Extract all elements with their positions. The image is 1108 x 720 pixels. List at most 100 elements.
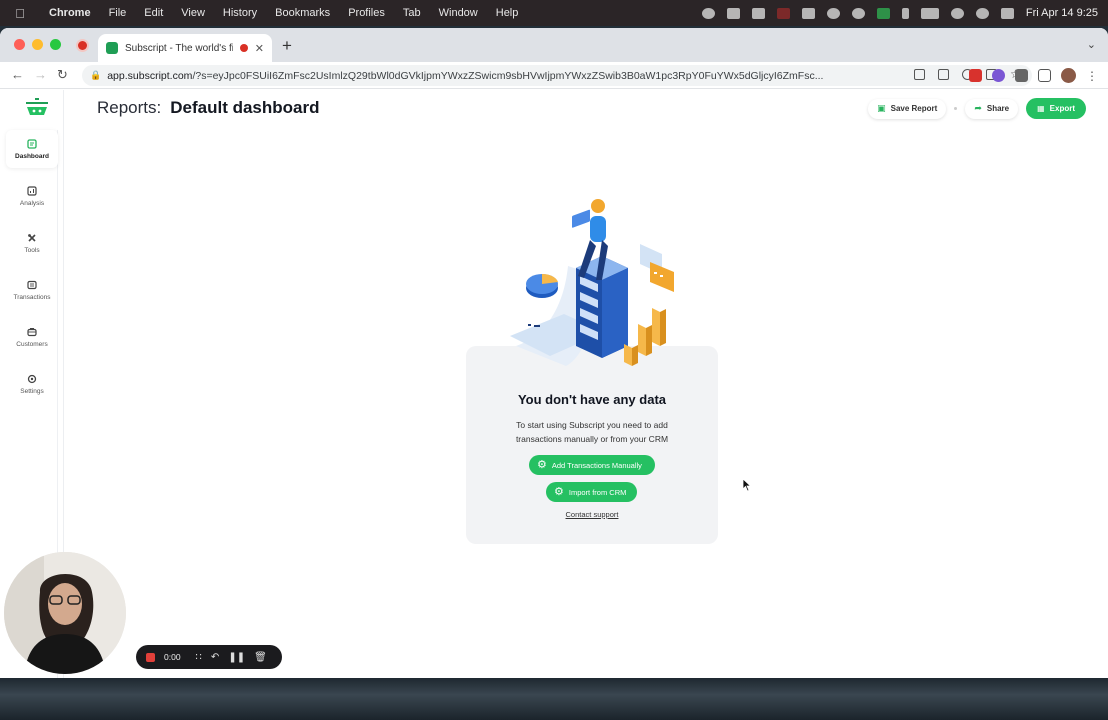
gear-icon: ⚙	[554, 485, 564, 498]
sidebar-item-label: Transactions	[13, 293, 51, 301]
extensions-puzzle-icon[interactable]	[1015, 69, 1028, 82]
save-icon: ▣	[877, 103, 886, 113]
address-bar[interactable]: 🔒 app.subscript.com/?s=eyJpc0FSUiI6ZmFsc…	[82, 65, 1032, 86]
sidebar-item-dashboard[interactable]: Dashboard	[6, 130, 58, 168]
subscript-app: Dashboard Analysis Tools Transactions Cu…	[0, 90, 1108, 678]
side-panel-icon[interactable]	[1038, 69, 1051, 82]
add-transactions-label: Add Transactions Manually	[551, 460, 642, 470]
menubar-clock[interactable]: Fri Apr 14 9:25	[1026, 7, 1098, 19]
lock-icon[interactable]: 🔒	[90, 70, 101, 81]
browser-menu-icon[interactable]: ⋮	[1086, 69, 1098, 83]
extension-badge-icon[interactable]	[969, 69, 982, 82]
menu-view[interactable]: View	[172, 7, 214, 19]
sidebar-item-label: Settings	[20, 387, 44, 395]
menu-file[interactable]: File	[100, 7, 136, 19]
share-label: Share	[986, 104, 1010, 113]
undo-icon[interactable]: ↶	[211, 652, 219, 663]
empty-state-title: You don't have any data	[517, 392, 667, 407]
menu-bookmarks[interactable]: Bookmarks	[266, 7, 339, 19]
dashboard-icon	[27, 138, 37, 149]
wifi-icon[interactable]	[950, 7, 964, 19]
subscript-logo-icon[interactable]	[24, 98, 50, 118]
extension-flower-icon[interactable]	[992, 69, 1005, 82]
save-report-button[interactable]: ▣ Save Report	[868, 98, 947, 119]
sidebar-item-label: Dashboard	[15, 152, 49, 160]
extensions-area: ⋮	[969, 68, 1098, 83]
stop-recording-button[interactable]	[146, 652, 155, 662]
recording-timer: 0:00	[164, 652, 181, 662]
export-button[interactable]: ▦ Export	[1026, 98, 1086, 119]
trash-icon[interactable]: 🗑	[254, 652, 267, 663]
close-window-button[interactable]	[14, 39, 25, 50]
tab-strip: Subscript - The world's fir ✕ + ⌄	[0, 28, 1108, 62]
page-header: Reports: Default dashboard	[97, 98, 320, 122]
empty-state-line-1: To start using Subscript you need to add	[516, 420, 668, 430]
macos-menubar:  Chrome File Edit View History Bookmark…	[0, 0, 1108, 26]
import-from-crm-button[interactable]: ⚙ Import from CRM	[546, 482, 637, 502]
sidebar-item-label: Analysis	[19, 199, 45, 207]
minimize-window-button[interactable]	[32, 39, 43, 50]
webcam-person-image	[4, 552, 126, 674]
window-controls	[14, 39, 61, 50]
back-icon[interactable]: ←	[11, 67, 24, 82]
tab-recording-icon	[239, 44, 248, 52]
grid-icon[interactable]: ∷	[196, 652, 202, 663]
display-icon[interactable]	[801, 7, 815, 19]
menu-help[interactable]: Help	[487, 7, 528, 19]
forward-icon[interactable]: →	[34, 67, 47, 82]
menu-app-name[interactable]: Chrome	[40, 7, 100, 19]
headphones-icon[interactable]	[851, 7, 865, 19]
export-icon: ▦	[1037, 104, 1045, 113]
empty-state-illustration	[510, 199, 674, 366]
profile-avatar-icon[interactable]	[1061, 68, 1076, 83]
breadcrumb[interactable]: Reports:	[97, 98, 161, 118]
header-actions: ▣ Save Report ➦ Share ▦ Export	[868, 98, 1086, 119]
page-title: Default dashboard	[170, 98, 320, 117]
tools-icon	[27, 233, 37, 243]
reload-icon[interactable]: ↻	[57, 67, 68, 83]
menu-edit[interactable]: Edit	[135, 7, 172, 19]
open-external-icon[interactable]	[938, 69, 949, 80]
transactions-icon	[27, 280, 37, 290]
bluetooth-icon[interactable]	[901, 7, 909, 19]
import-crm-label: Import from CRM	[568, 487, 627, 497]
gear-icon: ⚙	[537, 458, 547, 471]
brightness-icon[interactable]	[701, 7, 715, 19]
actions-separator	[954, 107, 958, 110]
battery-icon[interactable]	[920, 7, 939, 19]
zoom-window-button[interactable]	[50, 39, 61, 50]
tab-search-chevron-icon[interactable]: ⌄	[1087, 38, 1096, 51]
desktop-wallpaper	[0, 678, 1108, 720]
menu-profiles[interactable]: Profiles	[339, 7, 394, 19]
sidebar-item-analysis[interactable]: Analysis	[6, 177, 58, 215]
compass-icon[interactable]	[826, 7, 840, 19]
search-icon[interactable]	[975, 7, 989, 19]
input-source-flag-icon[interactable]	[876, 7, 890, 19]
empty-state-description: To start using Subscript you need to add…	[486, 418, 698, 446]
contact-support-link[interactable]: Contact support	[466, 510, 718, 519]
new-tab-icon[interactable]: +	[282, 36, 292, 56]
webcam-bubble[interactable]	[4, 552, 126, 674]
pause-icon[interactable]: ❚❚	[228, 652, 245, 663]
menu-tab[interactable]: Tab	[394, 7, 430, 19]
browser-toolbar: ← → ↻ 🔒 app.subscript.com/?s=eyJpc0FSUiI…	[0, 62, 1108, 89]
sidebar-item-customers[interactable]: Customers	[6, 318, 58, 356]
control-center-icon[interactable]	[1000, 7, 1014, 19]
browser-tab-active[interactable]: Subscript - The world's fir ✕	[98, 34, 272, 62]
save-report-label: Save Report	[890, 104, 938, 113]
monitor-icon[interactable]	[751, 7, 765, 19]
menu-history[interactable]: History	[214, 7, 266, 19]
sidebar-item-settings[interactable]: Settings	[6, 365, 58, 403]
app-status-icon[interactable]	[776, 7, 790, 19]
add-transactions-manually-button[interactable]: ⚙ Add Transactions Manually	[529, 455, 655, 475]
share-button[interactable]: ➦ Share	[965, 98, 1019, 119]
camera-icon[interactable]	[914, 69, 925, 80]
customers-icon	[27, 327, 37, 337]
sidebar-item-transactions[interactable]: Transactions	[6, 271, 58, 309]
bars-icon[interactable]	[726, 7, 740, 19]
menu-window[interactable]: Window	[430, 7, 487, 19]
tab-close-icon[interactable]: ✕	[255, 42, 264, 55]
apple-icon[interactable]: 	[0, 6, 40, 21]
sidebar-item-tools[interactable]: Tools	[6, 224, 58, 262]
browser-window: Subscript - The world's fir ✕ + ⌄ ← → ↻ …	[0, 28, 1108, 678]
